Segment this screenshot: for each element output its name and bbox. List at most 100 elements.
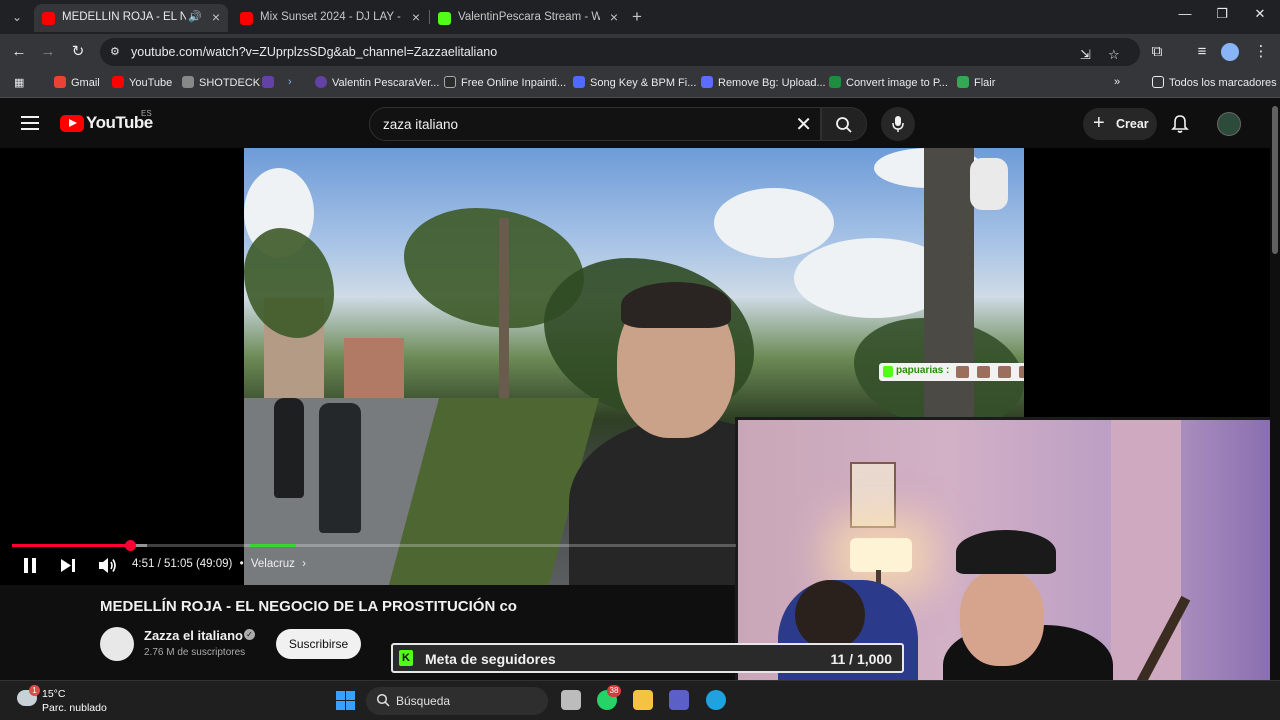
youtube-play-icon bbox=[60, 115, 84, 132]
install-app-icon[interactable]: ⇲ bbox=[1080, 47, 1091, 63]
wall-picture bbox=[850, 462, 896, 528]
search-input[interactable]: zaza italiano ✕ bbox=[369, 107, 821, 141]
kick-icon: K bbox=[399, 650, 413, 666]
goal-count: 11 / 1,000 bbox=[830, 651, 892, 667]
close-tab-icon[interactable]: × bbox=[412, 9, 420, 25]
search-query[interactable]: zaza italiano bbox=[383, 117, 458, 132]
taskbar-search[interactable]: Búsqueda bbox=[366, 687, 548, 715]
search-button[interactable] bbox=[821, 107, 867, 141]
close-tab-icon[interactable]: × bbox=[212, 9, 220, 25]
edge-icon[interactable] bbox=[706, 690, 726, 710]
channel-sticker-icon bbox=[970, 158, 1008, 210]
clear-search-icon[interactable]: ✕ bbox=[795, 112, 812, 137]
twitch-icon bbox=[315, 76, 327, 88]
emote-icon bbox=[1019, 366, 1024, 378]
notifications-button[interactable] bbox=[1171, 114, 1189, 139]
building bbox=[344, 338, 404, 398]
scrubber-handle[interactable] bbox=[125, 540, 136, 551]
close-tab-icon[interactable]: × bbox=[610, 9, 618, 25]
extensions-icon[interactable]: ⧉ bbox=[1147, 42, 1167, 62]
volume-icon[interactable] bbox=[98, 557, 118, 574]
task-view-icon[interactable] bbox=[561, 690, 581, 710]
plus-icon: + bbox=[1093, 112, 1105, 134]
forward-icon[interactable]: → bbox=[38, 42, 58, 62]
bookmark-shotdeck[interactable]: SHOTDECK bbox=[182, 76, 260, 89]
bookmark-gmail[interactable]: Gmail bbox=[54, 76, 100, 89]
youtube-header: YouTube ES zaza italiano ✕ + Crear bbox=[0, 98, 1280, 148]
bookmarks-bar: ▦ Gmail YouTube SHOTDECK › Valentin Pesc… bbox=[0, 70, 1280, 98]
bookmark-arrow-icon[interactable]: › bbox=[288, 76, 292, 88]
weather-condition[interactable]: Parc. nublado bbox=[42, 702, 107, 714]
tab-title: MEDELLÍN ROJA - EL NEGO bbox=[62, 11, 186, 23]
tab-search-icon[interactable]: ⌄ bbox=[8, 8, 26, 26]
next-icon[interactable] bbox=[60, 558, 76, 573]
pedestrian bbox=[274, 398, 304, 498]
page-scrollbar[interactable] bbox=[1270, 98, 1280, 680]
video-title: MEDELLÍN ROJA - EL NEGOCIO DE LA PROSTIT… bbox=[100, 598, 517, 615]
subscribe-button[interactable]: Suscribirse bbox=[276, 629, 361, 659]
browser-toolbar: ← → ↻ ⚙ youtube.com/watch?v=ZUprplzsSDg&… bbox=[0, 34, 1280, 70]
close-window-icon[interactable]: ✕ bbox=[1245, 6, 1275, 22]
profile-avatar[interactable] bbox=[1221, 43, 1239, 61]
bookmark-valentin[interactable]: Valentin PescaraVer... bbox=[315, 76, 439, 89]
windows-start-icon[interactable] bbox=[336, 691, 355, 710]
tab-medellin-roja[interactable]: MEDELLÍN ROJA - EL NEGO 🔊 × bbox=[34, 4, 228, 32]
voice-search-button[interactable] bbox=[881, 107, 915, 141]
bookmark-remove-bg[interactable]: Remove Bg: Upload... bbox=[701, 76, 826, 89]
video-player[interactable]: papuarias : bbox=[0, 148, 1270, 720]
reading-list-icon[interactable]: ≡ bbox=[1192, 42, 1212, 62]
bookmark-inpainting[interactable]: Free Online Inpainti... bbox=[444, 76, 566, 89]
account-avatar[interactable] bbox=[1217, 112, 1241, 136]
channel-avatar[interactable] bbox=[100, 627, 134, 661]
temperature[interactable]: 15°C bbox=[42, 688, 65, 700]
minimize-icon[interactable]: — bbox=[1170, 6, 1200, 21]
windows-taskbar: 1 15°C Parc. nublado Búsqueda 38 bbox=[0, 680, 1280, 720]
follower-goal-overlay: K Meta de seguidores 11 / 1,000 bbox=[391, 643, 904, 673]
webcam-overlay bbox=[735, 417, 1270, 720]
tab-valentin-stream[interactable]: ValentinPescara Stream - Watch × bbox=[430, 4, 626, 32]
new-tab-icon[interactable]: + bbox=[632, 7, 642, 27]
menu-icon[interactable] bbox=[21, 116, 39, 130]
chevron-right-icon[interactable]: › bbox=[302, 558, 306, 570]
progress-bar[interactable] bbox=[12, 540, 736, 551]
chapter-highlight bbox=[250, 544, 296, 547]
gmail-icon bbox=[54, 76, 66, 88]
shotdeck-icon bbox=[182, 76, 194, 88]
address-bar[interactable]: ⚙ youtube.com/watch?v=ZUprplzsSDg&ab_cha… bbox=[100, 38, 1140, 66]
scrollbar-thumb[interactable] bbox=[1272, 106, 1278, 254]
tab-strip: ⌄ MEDELLÍN ROJA - EL NEGO 🔊 × Mix Sunset… bbox=[0, 0, 1280, 34]
tab-title: ValentinPescara Stream - Watch bbox=[458, 11, 600, 23]
bookmark-star-icon[interactable]: ☆ bbox=[1108, 47, 1120, 63]
site-info-icon[interactable]: ⚙ bbox=[110, 45, 124, 59]
file-explorer-icon[interactable] bbox=[633, 690, 653, 710]
create-button[interactable]: + Crear bbox=[1083, 108, 1157, 140]
bookmark-youtube[interactable]: YouTube bbox=[112, 76, 172, 89]
browser-menu-icon[interactable]: ⋮ bbox=[1251, 42, 1271, 62]
bookmark-flair[interactable]: Flair bbox=[957, 76, 995, 89]
channel-name[interactable]: Zazza el italiano bbox=[144, 628, 243, 643]
teams-icon[interactable] bbox=[669, 690, 689, 710]
inpaint-icon bbox=[444, 76, 456, 88]
reload-icon[interactable]: ↻ bbox=[68, 42, 88, 62]
whatsapp-badge: 38 bbox=[607, 685, 621, 697]
chapter-title[interactable]: Velacruz bbox=[251, 558, 295, 570]
search-icon bbox=[376, 693, 390, 707]
url-text[interactable]: youtube.com/watch?v=ZUprplzsSDg&ab_chann… bbox=[131, 45, 497, 59]
tab-mix-sunset[interactable]: Mix Sunset 2024 - DJ LAY - You × bbox=[232, 4, 428, 32]
bookmark-twitch[interactable] bbox=[262, 76, 279, 89]
all-bookmarks-folder[interactable]: Todos los marcadores bbox=[1152, 76, 1277, 89]
create-label: Crear bbox=[1116, 117, 1149, 131]
speaker-icon[interactable]: 🔊 bbox=[188, 10, 202, 23]
pause-icon[interactable] bbox=[22, 557, 38, 574]
back-icon[interactable]: ← bbox=[9, 42, 29, 62]
youtube-favicon-icon bbox=[42, 12, 55, 25]
maximize-icon[interactable]: ❐ bbox=[1207, 6, 1237, 22]
bell-icon bbox=[1171, 115, 1189, 133]
apps-grid-icon[interactable]: ▦ bbox=[14, 76, 24, 89]
lamp bbox=[850, 538, 912, 572]
bookmark-convert-image[interactable]: Convert image to P... bbox=[829, 76, 948, 89]
bookmark-song-key[interactable]: Song Key & BPM Fi... bbox=[573, 76, 696, 89]
folder-icon bbox=[1152, 76, 1164, 88]
more-bookmarks-icon[interactable]: » bbox=[1114, 76, 1120, 88]
remove-bg-icon bbox=[701, 76, 713, 88]
